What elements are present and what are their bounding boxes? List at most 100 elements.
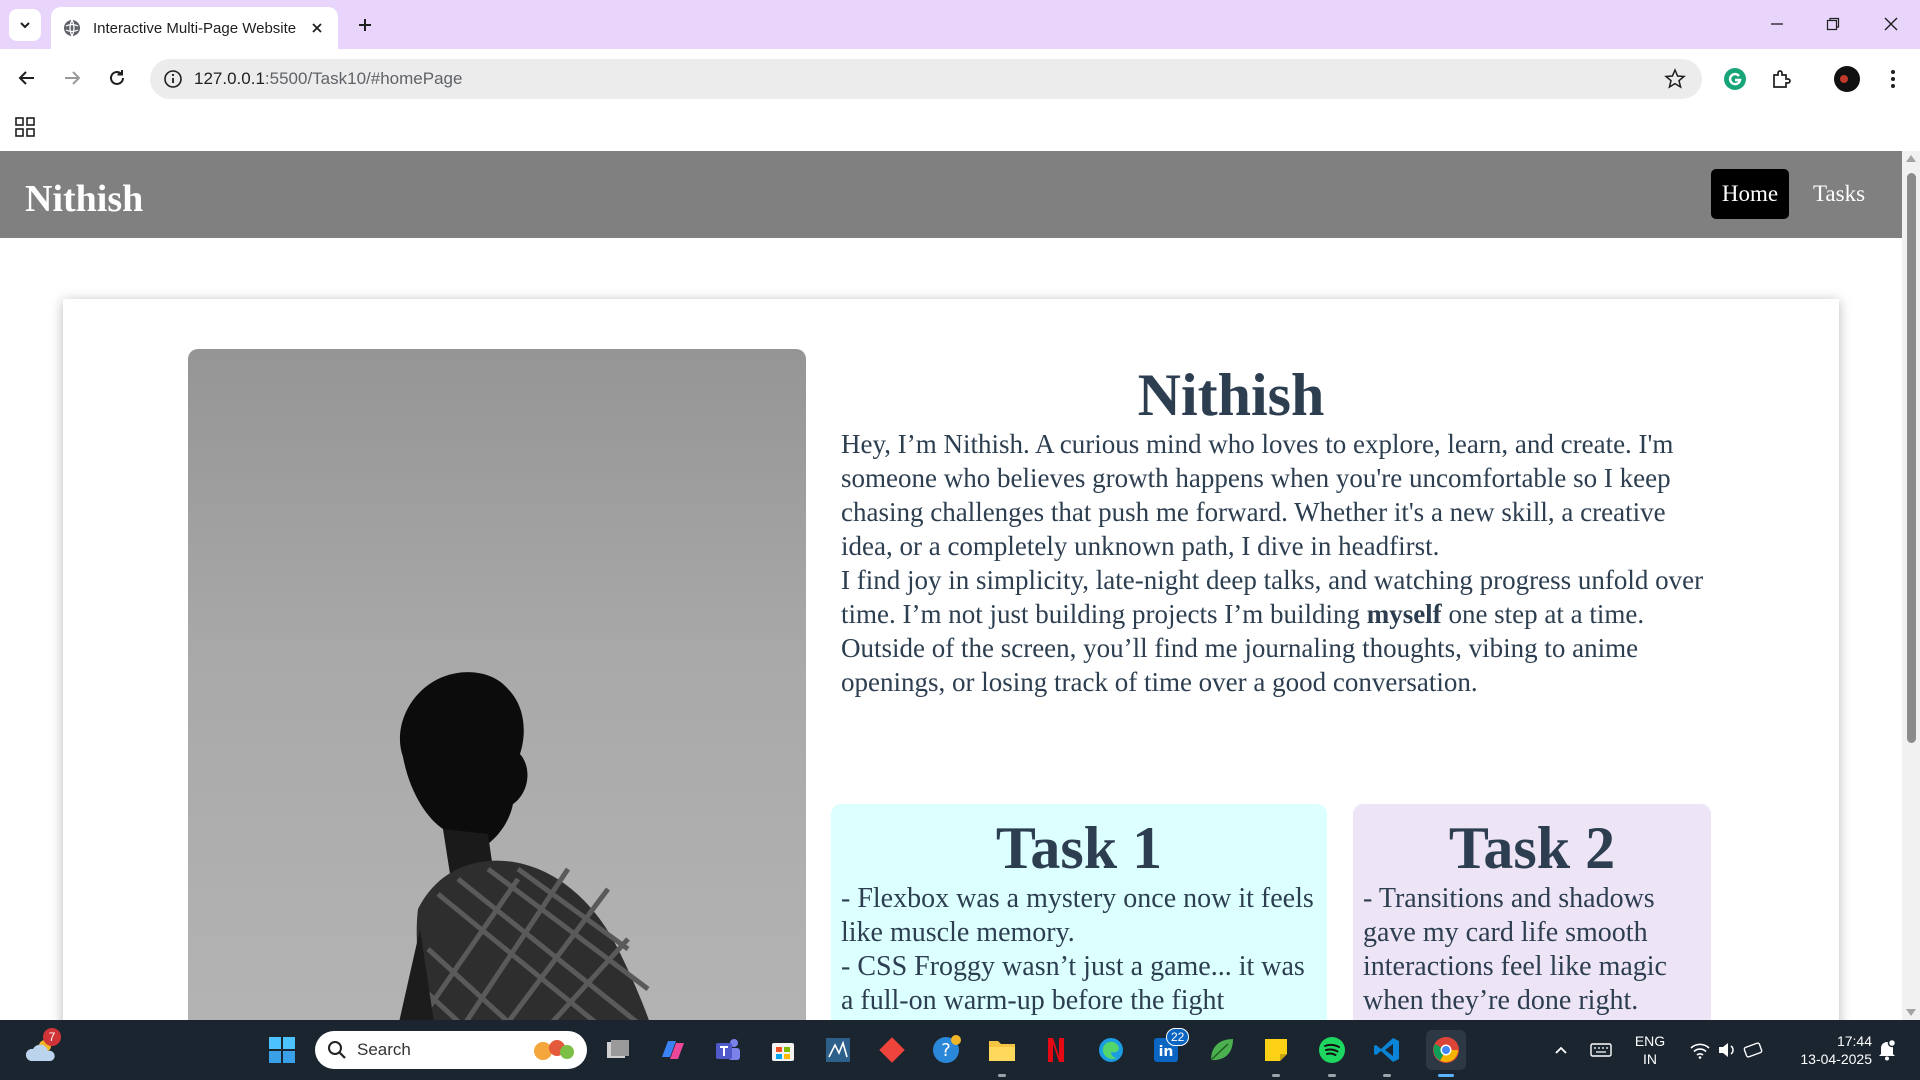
microsoft-store-app[interactable] bbox=[767, 1034, 799, 1066]
scroll-up-arrow-icon[interactable] bbox=[1906, 155, 1916, 162]
leaf-app[interactable] bbox=[1206, 1034, 1238, 1066]
edge-app[interactable] bbox=[1095, 1034, 1127, 1066]
mysql-workbench-app[interactable] bbox=[822, 1034, 854, 1066]
profile-photo bbox=[188, 349, 806, 1020]
minimize-button[interactable] bbox=[1759, 8, 1795, 40]
scrollbar-thumb[interactable] bbox=[1907, 173, 1916, 743]
vscode-app[interactable] bbox=[1371, 1034, 1403, 1066]
about-paragraph-2: I find joy in simplicity, late-night dee… bbox=[841, 563, 1721, 631]
copilot-app[interactable] bbox=[656, 1034, 688, 1066]
chrome-icon bbox=[1433, 1037, 1459, 1063]
nav-tasks-link[interactable]: Tasks bbox=[1800, 169, 1878, 219]
browser-menu-button[interactable] bbox=[1878, 64, 1908, 94]
help-question-icon: ? bbox=[933, 1035, 961, 1063]
anydesk-app[interactable] bbox=[876, 1034, 908, 1066]
language-indicator[interactable]: ENG IN bbox=[1628, 1032, 1672, 1068]
task-view-icon bbox=[607, 1040, 629, 1058]
about-paragraph-2-end: one step at a time. bbox=[1441, 599, 1645, 629]
active-indicator bbox=[1438, 1074, 1454, 1077]
spotify-app[interactable] bbox=[1316, 1034, 1348, 1066]
taskbar-search-box[interactable]: Search bbox=[315, 1031, 587, 1069]
address-bar[interactable]: 127.0.0.1:5500/Task10/#homePage bbox=[150, 59, 1702, 99]
reload-button[interactable] bbox=[100, 61, 134, 95]
person-silhouette-image bbox=[399, 672, 650, 1020]
clock-date: 13-04-2025 bbox=[1800, 1051, 1872, 1067]
running-indicator bbox=[1383, 1074, 1391, 1077]
tab-close-button[interactable] bbox=[306, 17, 328, 39]
spotify-icon bbox=[1319, 1037, 1345, 1063]
sticky-note-icon bbox=[1265, 1039, 1287, 1061]
about-card: Nithish Hey, I’m Nithish. A curious mind… bbox=[63, 299, 1839, 1020]
browser-tab-active[interactable]: Interactive Multi-Page Website bbox=[51, 7, 338, 49]
about-paragraph-3: Outside of the screen, you’ll find me jo… bbox=[841, 633, 1639, 697]
nav-home-link[interactable]: Home bbox=[1711, 169, 1789, 219]
helper-app[interactable]: ? bbox=[930, 1034, 962, 1066]
chevron-down-icon bbox=[20, 22, 30, 29]
puzzle-icon bbox=[1773, 70, 1791, 88]
arrow-left-icon bbox=[18, 71, 34, 85]
start-button[interactable] bbox=[266, 1034, 298, 1066]
netflix-app[interactable] bbox=[1040, 1034, 1072, 1066]
page-viewport: Nithish Home Tasks Nithish Hey, I’m Nith… bbox=[0, 151, 1920, 1020]
task-card-2[interactable]: Task 2 - Transitions and shadows gave my… bbox=[1353, 804, 1711, 1020]
url-text[interactable]: 127.0.0.1:5500/Task10/#homePage bbox=[194, 69, 462, 89]
wifi-icon bbox=[1690, 1043, 1710, 1059]
reload-icon bbox=[110, 70, 124, 85]
site-info-icon[interactable] bbox=[162, 68, 184, 90]
restore-button[interactable] bbox=[1815, 8, 1851, 40]
extensions-button[interactable] bbox=[1766, 64, 1796, 94]
touch-keyboard-button[interactable] bbox=[1586, 1034, 1616, 1066]
close-icon bbox=[1884, 17, 1898, 31]
site-logo[interactable]: Nithish bbox=[25, 177, 143, 221]
chevron-up-icon bbox=[1555, 1046, 1567, 1054]
about-paragraph-1: Hey, I’m Nithish. A curious mind who lov… bbox=[841, 429, 1674, 561]
weather-widget[interactable]: 7 bbox=[25, 1028, 61, 1066]
quick-settings-button[interactable] bbox=[1682, 1034, 1772, 1066]
clock-time: 17:44 bbox=[1836, 1033, 1872, 1049]
task-view-button[interactable] bbox=[602, 1034, 634, 1066]
search-highlight-icon bbox=[534, 1040, 574, 1060]
vertical-scrollbar[interactable] bbox=[1902, 151, 1920, 1020]
grammarly-extension-icon[interactable] bbox=[1720, 64, 1750, 94]
linkedin-app[interactable]: in 22 bbox=[1150, 1028, 1190, 1066]
teams-icon bbox=[716, 1039, 740, 1060]
svg-text:in: in bbox=[1159, 1044, 1174, 1060]
vscode-icon bbox=[1374, 1038, 1399, 1062]
teams-app[interactable] bbox=[712, 1034, 744, 1066]
task-card-1[interactable]: Task 1 - Flexbox was a mystery once now … bbox=[831, 804, 1327, 1020]
bookmarks-bar bbox=[0, 108, 1920, 151]
weather-badge: 7 bbox=[43, 1028, 61, 1046]
profile-avatar[interactable] bbox=[1832, 64, 1862, 94]
bookmark-star-icon[interactable] bbox=[1664, 68, 1686, 90]
windows-taskbar: 7 Search ? in 22 ENG IN 17:44 13-04-2025 bbox=[0, 1020, 1920, 1080]
plus-icon bbox=[359, 19, 371, 31]
svg-text:?: ? bbox=[941, 1040, 951, 1061]
task-title: Task 1 bbox=[995, 815, 1163, 881]
arrow-right-icon bbox=[65, 71, 81, 85]
notifications-button[interactable] bbox=[1874, 1034, 1900, 1066]
chrome-app[interactable] bbox=[1426, 1030, 1466, 1070]
folder-icon bbox=[989, 1041, 1015, 1061]
site-header: Nithish Home Tasks bbox=[0, 151, 1902, 238]
leaf-icon bbox=[1210, 1039, 1233, 1061]
netflix-icon bbox=[1048, 1038, 1064, 1062]
region-code: IN bbox=[1643, 1051, 1657, 1067]
clock[interactable]: 17:44 13-04-2025 bbox=[1782, 1032, 1872, 1068]
new-tab-button[interactable] bbox=[352, 12, 378, 38]
back-button[interactable] bbox=[10, 61, 44, 95]
sticky-notes-app[interactable] bbox=[1260, 1034, 1292, 1066]
scroll-down-arrow-icon[interactable] bbox=[1906, 1009, 1916, 1016]
running-indicator bbox=[1328, 1074, 1336, 1077]
anydesk-icon bbox=[879, 1037, 905, 1063]
search-icon bbox=[328, 1041, 346, 1059]
globe-icon bbox=[64, 19, 80, 37]
file-explorer-app[interactable] bbox=[986, 1034, 1018, 1066]
about-emphasis: myself bbox=[1366, 599, 1442, 629]
apps-grid-icon[interactable] bbox=[14, 116, 36, 138]
forward-button[interactable] bbox=[55, 61, 89, 95]
close-window-button[interactable] bbox=[1873, 8, 1909, 40]
show-hidden-icons-button[interactable] bbox=[1546, 1034, 1576, 1066]
workbench-icon bbox=[826, 1038, 850, 1062]
tab-search-button[interactable] bbox=[9, 9, 41, 41]
search-placeholder: Search bbox=[357, 1040, 411, 1059]
